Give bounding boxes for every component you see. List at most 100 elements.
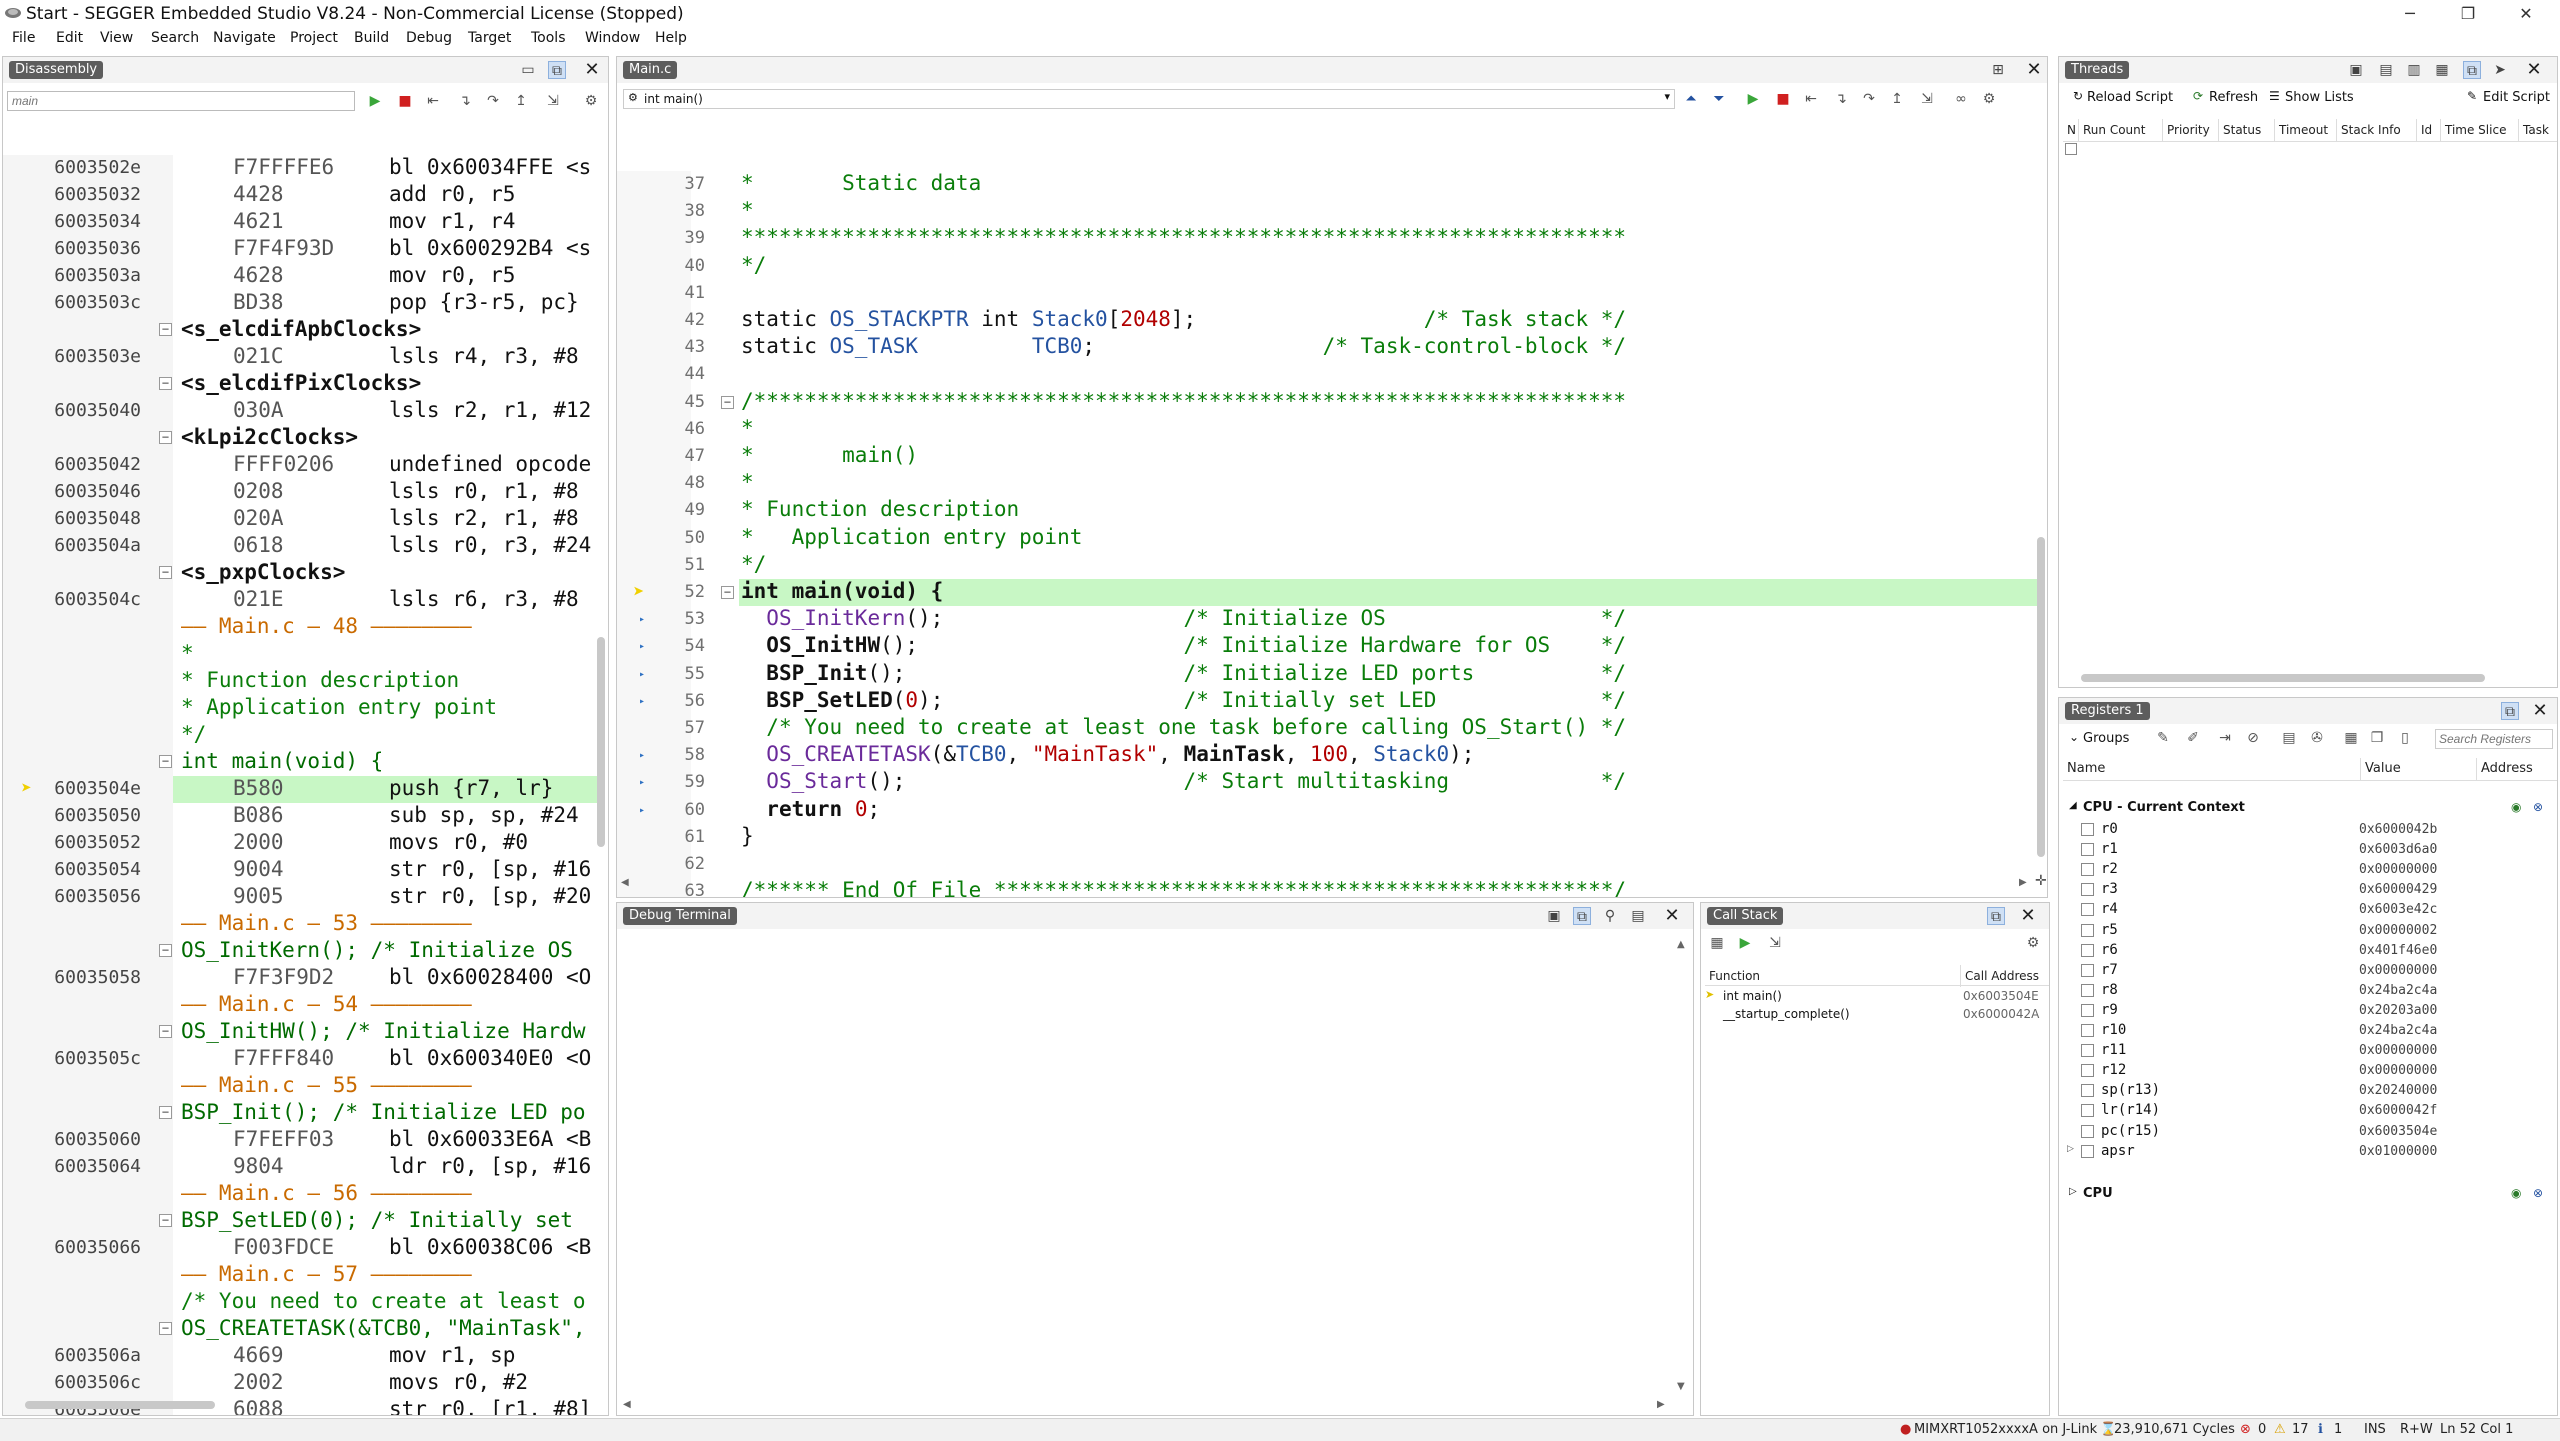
register-value[interactable]: 0x00000000: [2359, 1063, 2437, 1078]
call-stack-row[interactable]: __startup_complete() 0x6000042A: [1701, 1005, 2047, 1023]
fold-toggle-icon[interactable]: −: [159, 1214, 172, 1227]
threads-pin-icon[interactable]: ➤: [2491, 61, 2509, 79]
refresh-button[interactable]: Refresh: [2209, 90, 2258, 105]
groups-chevron-icon[interactable]: ⌄: [2069, 730, 2079, 744]
call-stack-settings-icon[interactable]: ⚙: [2023, 933, 2043, 953]
disassembly-line[interactable]: 60035042 FFFF0206 undefined opcode: [3, 452, 599, 479]
close-call-stack-icon[interactable]: ✕: [2019, 907, 2037, 925]
code-line[interactable]: 46 *: [617, 416, 2037, 443]
reg-tool-icon-1[interactable]: ✎: [2153, 728, 2173, 748]
breakpoint-marker-icon[interactable]: ▸: [639, 777, 645, 788]
disassembly-line[interactable]: 60035034 4621 mov r1, r4: [3, 209, 599, 236]
register-value[interactable]: 0x01000000: [2359, 1144, 2437, 1159]
threads-link-icon[interactable]: ⧉: [2463, 61, 2481, 79]
register-value[interactable]: 0x24ba2c4a: [2359, 983, 2437, 998]
code-line[interactable]: 59 ▸ OS_Start(); /* Start multitasking */: [617, 769, 2037, 796]
disassembly-line[interactable]: − <s_elcdifApbClocks>: [3, 317, 599, 344]
registers-link-icon[interactable]: ⧉: [2501, 702, 2519, 720]
register-value[interactable]: 0x20203a00: [2359, 1003, 2437, 1018]
expand-icon[interactable]: ▷: [2069, 1186, 2077, 1197]
register-row[interactable]: lr(r14) 0x6000042f: [2059, 1101, 2534, 1121]
col-time-slice[interactable]: Time Slice: [2441, 119, 2519, 141]
group-refresh-icon[interactable]: ◉: [2511, 800, 2521, 814]
threads-view-icon-4[interactable]: ▦: [2433, 61, 2451, 79]
show-lists-button[interactable]: Show Lists: [2285, 90, 2354, 105]
expand-register-icon[interactable]: ▷: [2067, 1144, 2074, 1154]
line-number[interactable]: 55: [655, 664, 705, 684]
line-number[interactable]: 60: [655, 800, 705, 820]
disassembly-line[interactable]: 6003503e 021C lsls r4, r3, #8: [3, 344, 599, 371]
fold-toggle-icon[interactable]: −: [721, 395, 734, 409]
code-line[interactable]: 48 *: [617, 470, 2037, 497]
fold-toggle-icon[interactable]: −: [159, 1106, 172, 1119]
disassembly-line[interactable]: 6003504e B580 push {r7, lr} ➤: [3, 776, 599, 803]
line-number[interactable]: 59: [655, 772, 705, 792]
insert-mode[interactable]: INS: [2364, 1422, 2386, 1437]
register-row[interactable]: r9 0x20203a00: [2059, 1001, 2534, 1021]
disassembly-line[interactable]: 60035048 020A lsls r2, r1, #8: [3, 506, 599, 533]
disassembly-vscroll[interactable]: [597, 637, 605, 847]
call-stack-row[interactable]: ➤ int main() 0x6003504E: [1701, 987, 2047, 1005]
col-stack-info[interactable]: Stack Info: [2337, 119, 2417, 141]
register-row[interactable]: r3 0x60000429: [2059, 880, 2534, 900]
disassembly-line[interactable]: − OS_InitHW(); /* Initialize Hardw: [3, 1019, 599, 1046]
col-timeout[interactable]: Timeout: [2275, 119, 2337, 141]
disassembly-line[interactable]: —— Main.c — 55 ————————: [3, 1073, 599, 1100]
register-value[interactable]: 0x6003d6a0: [2359, 842, 2437, 857]
threads-view-icon-2[interactable]: ▤: [2377, 61, 2395, 79]
terminal-output[interactable]: [621, 933, 1671, 1403]
line-number[interactable]: 50: [655, 528, 705, 548]
register-row[interactable]: r8 0x24ba2c4a: [2059, 981, 2534, 1001]
disassembly-line[interactable]: 6003506c 2002 movs r0, #2: [3, 1370, 599, 1397]
register-checkbox[interactable]: [2081, 1084, 2094, 1098]
menu-window[interactable]: Window: [585, 30, 640, 46]
line-number[interactable]: 38: [655, 201, 705, 221]
breakpoint-marker-icon[interactable]: ▸: [639, 614, 645, 625]
register-row[interactable]: ▷ apsr 0x01000000: [2059, 1142, 2534, 1162]
code-line[interactable]: 37 * Static data: [617, 171, 2037, 198]
disassembly-line[interactable]: 60035052 2000 movs r0, #0: [3, 830, 599, 857]
fold-toggle-icon[interactable]: −: [159, 431, 172, 444]
read-write-mode[interactable]: R+W: [2400, 1422, 2433, 1437]
disassembly-line[interactable]: − BSP_Init(); /* Initialize LED po: [3, 1100, 599, 1127]
code-line[interactable]: 63 /****** End Of File ******************…: [617, 878, 2037, 897]
threads-view-icon-3[interactable]: ▥: [2405, 61, 2423, 79]
cpu-group-refresh-icon[interactable]: ◉: [2511, 1186, 2521, 1200]
line-number[interactable]: 54: [655, 636, 705, 656]
bookmark-icon[interactable]: ⇲: [543, 91, 563, 111]
back-icon[interactable]: ⇤: [423, 91, 443, 111]
code-line[interactable]: 61}: [617, 824, 2037, 851]
code-line[interactable]: 45 −/************************************…: [617, 389, 2037, 416]
fold-toggle-icon[interactable]: −: [159, 323, 172, 336]
col-n[interactable]: N: [2063, 119, 2079, 141]
disassembly-line[interactable]: − <s_elcdifPixClocks>: [3, 371, 599, 398]
show-lists-icon[interactable]: ☰: [2269, 89, 2280, 103]
col-address[interactable]: Address: [2477, 758, 2557, 780]
code-listing[interactable]: 37 * Static data 38 * 39 ********************…: [617, 57, 2037, 897]
editor-vscroll[interactable]: [2037, 537, 2045, 857]
disassembly-line[interactable]: 6003506a 4669 mov r1, sp: [3, 1343, 599, 1370]
line-number[interactable]: 44: [655, 364, 705, 384]
line-number[interactable]: 41: [655, 283, 705, 303]
call-stack-link-icon[interactable]: ⧉: [1987, 907, 2005, 925]
menu-tools[interactable]: Tools: [531, 30, 566, 46]
register-checkbox[interactable]: [2081, 903, 2094, 917]
disassembly-line[interactable]: —— Main.c — 48 ————————: [3, 614, 599, 641]
disassembly-line[interactable]: 60035064 9804 ldr r0, [sp, #16: [3, 1154, 599, 1181]
line-number[interactable]: 62: [655, 854, 705, 874]
col-run-count[interactable]: Run Count: [2079, 119, 2163, 141]
reg-tool-icon-4[interactable]: ⊘: [2243, 728, 2263, 748]
col-call-address[interactable]: Call Address: [1961, 965, 2049, 987]
code-line[interactable]: 49 * Function description: [617, 497, 2037, 524]
terminal-scroll-down-icon[interactable]: ▼: [1677, 1381, 1685, 1392]
reg-tool-icon-3[interactable]: ⇥: [2215, 728, 2235, 748]
register-checkbox[interactable]: [2081, 923, 2094, 937]
call-stack-run-icon[interactable]: ▶: [1735, 933, 1755, 953]
reg-tool-icon-6[interactable]: ✇: [2307, 728, 2327, 748]
step-into-icon[interactable]: ↴: [455, 91, 475, 111]
disassembly-line[interactable]: 6003504a 0618 lsls r0, r3, #24: [3, 533, 599, 560]
line-number[interactable]: 48: [655, 473, 705, 493]
reload-script-button[interactable]: Reload Script: [2087, 90, 2173, 105]
line-number[interactable]: 49: [655, 500, 705, 520]
register-group-header[interactable]: ◢ CPU - Current Context ◉ ⊗: [2059, 798, 2557, 818]
